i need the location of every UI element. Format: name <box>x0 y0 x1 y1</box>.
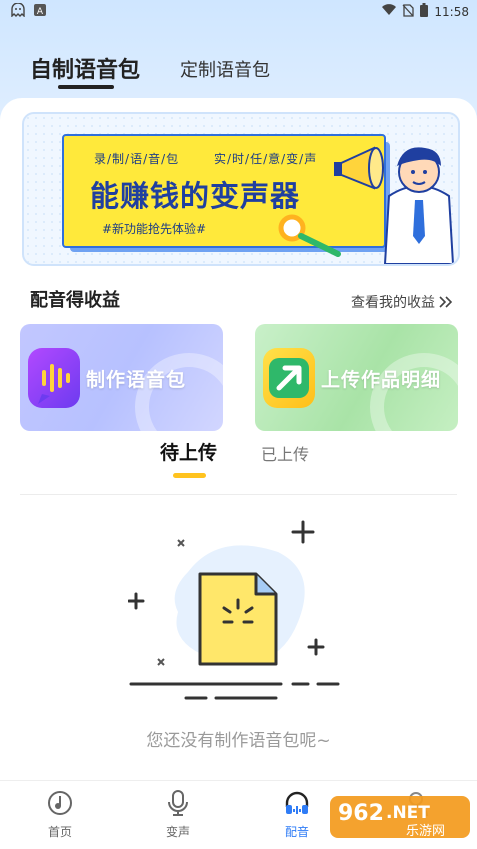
magnifier-icon <box>278 214 341 257</box>
empty-document-icon <box>128 520 340 700</box>
nav-voice-change[interactable]: 变声 <box>148 789 208 840</box>
tab-diy-voice-pack[interactable]: 自制语音包 <box>30 52 141 89</box>
link-label: 查看我的收益 <box>351 295 435 311</box>
nav-label: 配音 <box>284 825 309 839</box>
microphone-icon <box>168 790 188 816</box>
tab-label: 定制语音包 <box>180 60 271 81</box>
nav-home[interactable]: 首页 <box>30 789 90 840</box>
tab-custom-voice-pack[interactable]: 定制语音包 <box>180 56 270 84</box>
tab-label: 自制语音包 <box>30 58 141 83</box>
watermark-site-name: 乐游网 <box>406 824 445 839</box>
view-earnings-link[interactable]: 查看我的收益 <box>351 292 453 312</box>
battery-icon <box>420 3 429 20</box>
upload-works-label: 上传作品明细 <box>321 369 442 391</box>
watermark-logo: 962 .NET 乐游网 <box>330 796 470 839</box>
tab-pending-upload[interactable]: 待上传 <box>160 438 217 465</box>
double-chevron-right-icon <box>439 296 453 308</box>
banner-tagline-left: 录/制/语/音/包 <box>94 152 180 166</box>
no-sim-icon <box>402 3 415 20</box>
divider <box>20 494 457 495</box>
nav-label: 变声 <box>165 825 190 839</box>
nav-dubbing[interactable]: 配音 <box>267 789 327 840</box>
top-tabs: 自制语音包 定制语音包 <box>30 52 270 89</box>
empty-state-message: 您还没有制作语音包呢~ <box>146 731 331 751</box>
tab-active-indicator <box>58 85 114 89</box>
section-title-earnings: 配音得收益 <box>30 290 120 311</box>
nav-label: 首页 <box>47 825 72 839</box>
make-voice-pack-label: 制作语音包 <box>86 369 187 391</box>
site-watermark: 962 .NET 乐游网 <box>330 790 470 842</box>
promo-banner[interactable]: 录/制/语/音/包 实/时/任/意/变/声 能赚钱的变声器 #新功能抢先体验# <box>22 112 460 266</box>
tab-uploaded[interactable]: 已上传 <box>261 441 309 465</box>
banner-subtitle: #新功能抢先体验# <box>102 222 207 236</box>
ghost-icon <box>10 2 26 20</box>
cartoon-man-icon <box>383 147 455 264</box>
music-disc-icon <box>48 791 72 815</box>
banner-tagline-right: 实/时/任/意/变/声 <box>214 152 318 166</box>
a-icon: A <box>34 4 46 19</box>
upload-works-card[interactable]: 上传作品明细 <box>255 324 458 431</box>
voice-wave-icon <box>28 348 80 408</box>
svg-text:A: A <box>37 7 44 16</box>
make-voice-pack-card[interactable]: 制作语音包 <box>20 324 223 431</box>
banner-title: 能赚钱的变声器 <box>90 179 301 213</box>
clock-time: 11:58 <box>434 4 469 19</box>
watermark-suffix: .NET <box>386 803 430 823</box>
watermark-brand: 962 <box>338 801 384 826</box>
upload-arrow-icon <box>263 348 315 408</box>
headphones-icon <box>285 791 309 814</box>
sub-tab-indicator <box>173 473 206 478</box>
wifi-icon <box>382 4 397 19</box>
status-bar: A 11:58 <box>0 0 477 22</box>
